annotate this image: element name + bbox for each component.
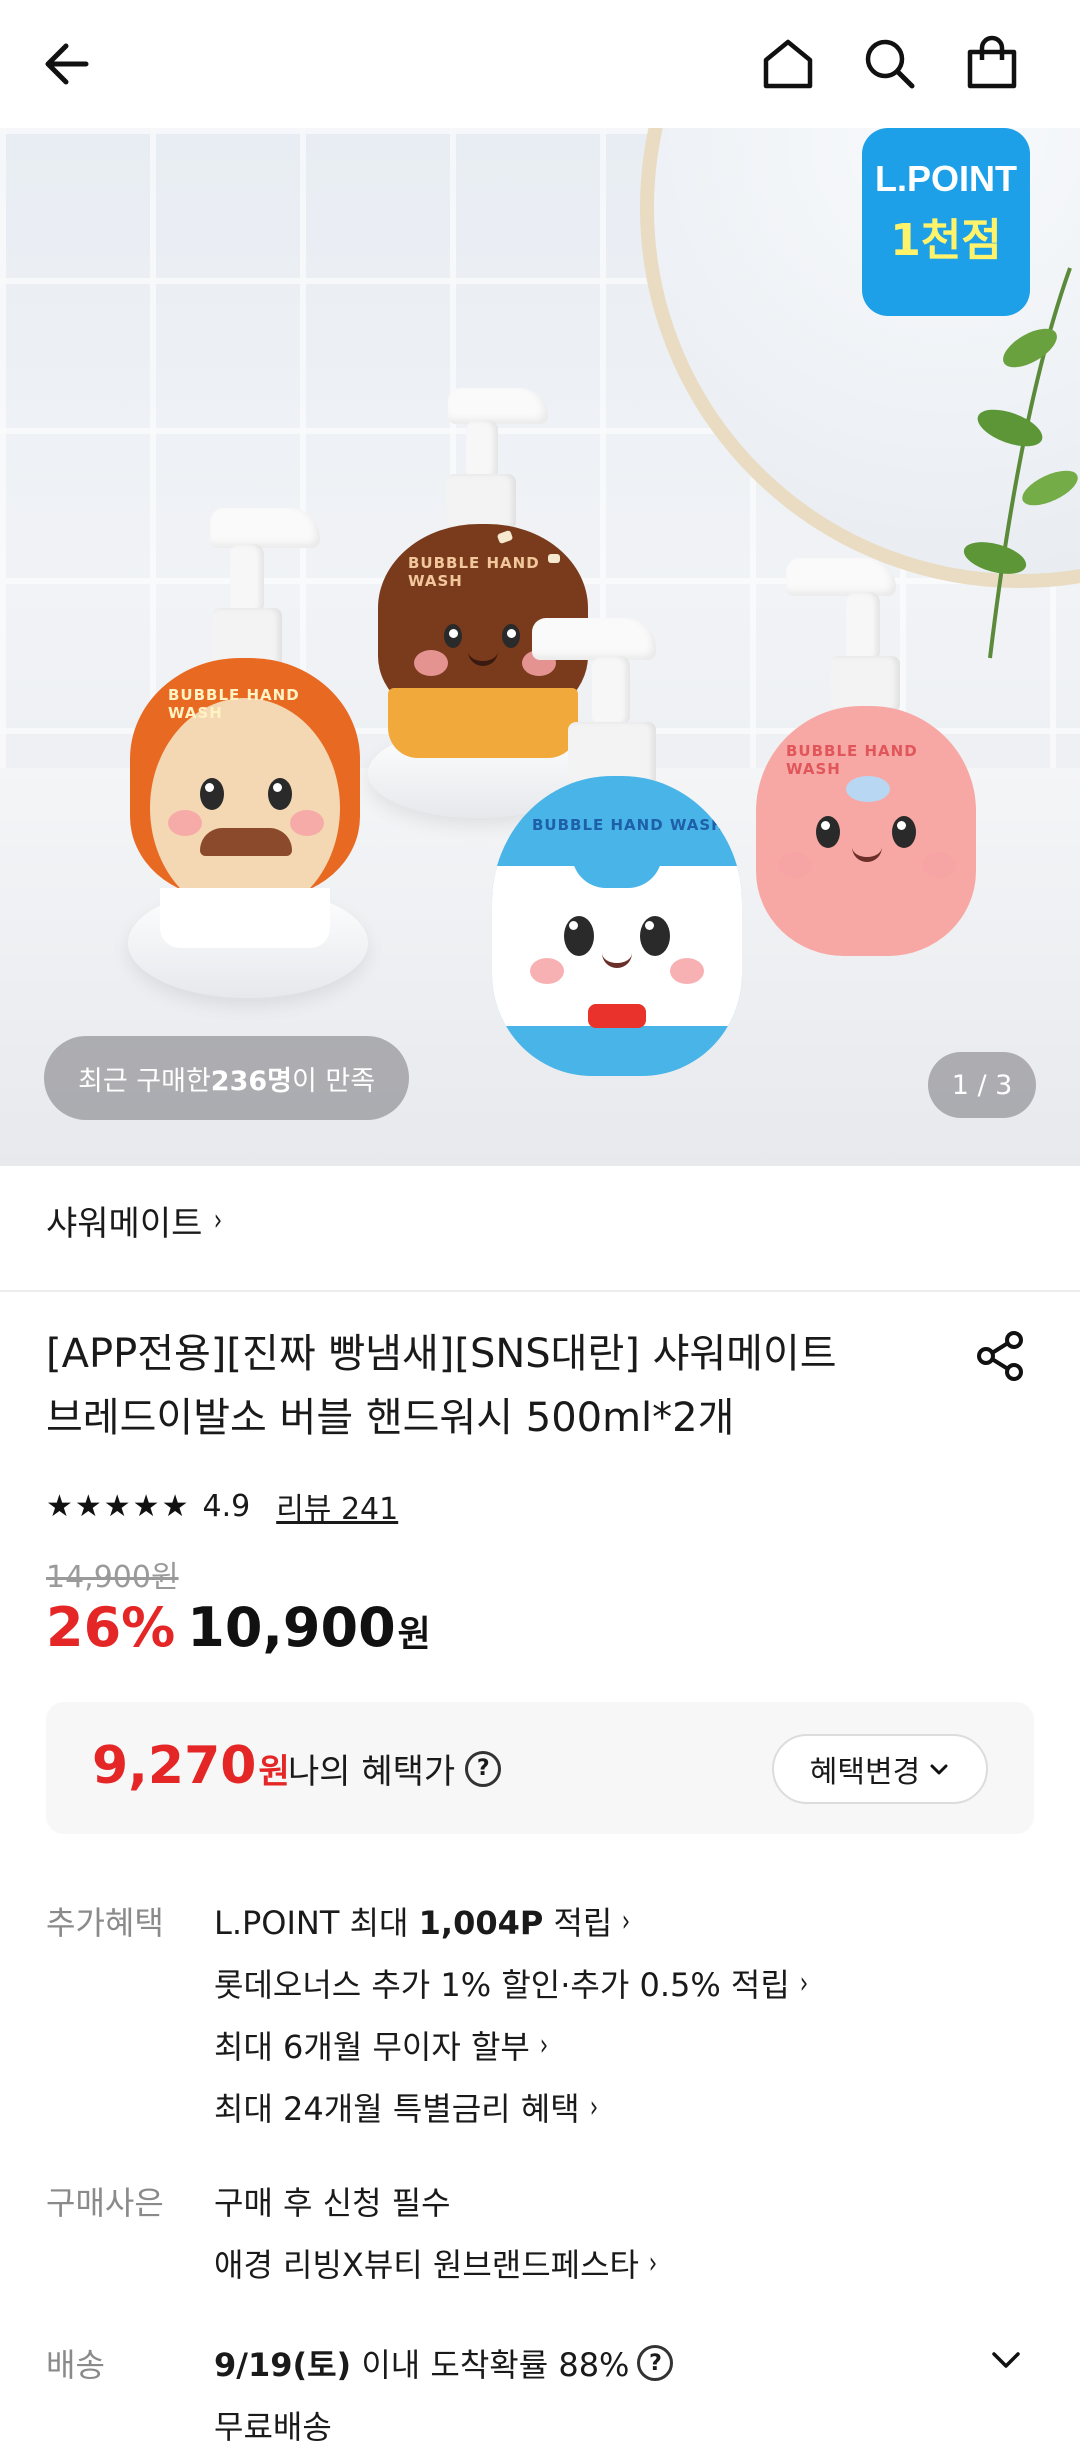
benefit-lpoint-link[interactable]: L.POINT 최대 1,004P 적립 › xyxy=(214,1898,632,1944)
home-icon[interactable] xyxy=(748,24,828,104)
review-count-link[interactable]: 리뷰 241 xyxy=(276,1484,398,1528)
chevron-right-icon: › xyxy=(799,1965,809,2001)
delivery-estimate: 9/19(토) 이내 도착확률 88% ? xyxy=(214,2340,674,2386)
recent-buyers-badge: 최근 구매한 236명 이 만족 xyxy=(44,1036,410,1120)
benefit-installment-link[interactable]: 최대 6개월 무이자 할부 › xyxy=(214,2022,550,2068)
chevron-down-icon xyxy=(930,1764,948,1775)
brand-name: 샤워메이트 xyxy=(46,1204,203,1244)
shopping-bag-icon[interactable] xyxy=(952,24,1032,104)
benefit-text: 최대 6개월 무이자 할부 xyxy=(214,2028,530,2066)
benefit-price: 9,270 원 xyxy=(92,1736,290,1796)
orange-bottle: BUBBLE HAND WASH xyxy=(130,508,360,948)
original-price: 14,900원 xyxy=(46,1560,179,1595)
delivery-date: 9/19(토) xyxy=(214,2346,352,2384)
buyers-prefix: 최근 구매한 xyxy=(78,1065,211,1097)
chevron-right-icon: › xyxy=(589,2089,598,2125)
product-title-line2: 브레드이발소 버블 핸드워시 500ml*2개 xyxy=(46,1395,735,1441)
benefit-special-rate-link[interactable]: 최대 24개월 특별금리 혜택 › xyxy=(214,2084,600,2130)
benefit-text: 롯데오너스 추가 1% 할인·추가 0.5% 적립 xyxy=(214,1966,790,2004)
benefit-bold: 1,004P xyxy=(418,1904,544,1942)
buyers-count: 236명 xyxy=(210,1065,292,1097)
benefit-label-text: 나의 혜택가 xyxy=(288,1752,456,1792)
pink-bottle: BUBBLE HAND WASH xyxy=(756,558,976,958)
lpoint-badge-points: 1천점 xyxy=(890,215,1002,266)
sale-price-currency: 원 xyxy=(397,1614,431,1655)
extra-benefits-label: 추가혜택 xyxy=(46,1904,164,1942)
share-icon[interactable] xyxy=(970,1326,1030,1386)
change-benefit-label: 혜택변경 xyxy=(809,1755,921,1790)
delivery-free: 무료배송 xyxy=(214,2402,332,2448)
price-row: 26% 10,900 원 xyxy=(46,1596,431,1659)
change-benefit-button[interactable]: 혜택변경 xyxy=(772,1734,988,1804)
discount-rate: 26% xyxy=(46,1596,176,1659)
delivery-label: 배송 xyxy=(46,2346,105,2384)
brand-link[interactable]: 샤워메이트 › xyxy=(46,1196,224,1245)
blue-bottle: BUBBLE HAND WASH xyxy=(492,618,742,1088)
buyers-suffix: 이 만족 xyxy=(292,1065,376,1097)
gift-note-text: 구매 후 신청 필수 xyxy=(214,2184,451,2222)
divider xyxy=(0,1290,1080,1292)
benefit-price-value: 9,270 xyxy=(92,1736,257,1796)
chevron-down-icon[interactable] xyxy=(986,2340,1026,2380)
search-icon[interactable] xyxy=(850,24,930,104)
rating-row: ★★★★★ 4.9 리뷰 241 xyxy=(46,1478,398,1534)
product-title: [APP전용][진짜 빵냄새][SNS대란] 샤워메이트 브레드이발소 버블 핸… xyxy=(46,1322,946,1450)
help-icon[interactable]: ? xyxy=(637,2345,674,2381)
benefit-text: L.POINT 최대 xyxy=(214,1904,419,1942)
rating-value: 4.9 xyxy=(202,1488,251,1524)
arrow-left-icon[interactable] xyxy=(28,24,108,104)
gift-event-link[interactable]: 애경 리빙X뷰티 원브랜드페스타 › xyxy=(214,2240,659,2286)
my-benefit-price-box: 9,270 원 나의 혜택가 ? 혜택변경 xyxy=(46,1702,1034,1834)
product-title-line1: [APP전용][진짜 빵냄새][SNS대란] 샤워메이트 xyxy=(46,1331,837,1377)
product-image-carousel[interactable]: BUBBLE HAND WASH BUBBLE HAND WASH BUBBLE… xyxy=(0,128,1080,1166)
chevron-right-icon: › xyxy=(622,1903,631,1939)
chevron-right-icon: › xyxy=(214,1203,223,1238)
free-shipping-text: 무료배송 xyxy=(214,2408,332,2446)
lpoint-badge: L.POINT 1천점 xyxy=(862,128,1030,316)
sale-price: 10,900 xyxy=(187,1596,396,1659)
rating-stars-icon: ★★★★★ xyxy=(46,1488,191,1524)
gift-label: 구매사은 xyxy=(46,2184,164,2222)
benefit-text-suffix: 적립 xyxy=(543,1904,613,1942)
carousel-page-indicator: 1 / 3 xyxy=(928,1052,1036,1118)
gift-note: 구매 후 신청 필수 xyxy=(214,2178,451,2224)
benefit-text: 최대 24개월 특별금리 혜택 xyxy=(214,2090,580,2128)
chevron-right-icon: › xyxy=(539,2027,549,2063)
top-app-bar xyxy=(0,0,1080,128)
delivery-probability: 이내 도착확률 88% xyxy=(351,2346,630,2384)
lpoint-badge-brand: L.POINT xyxy=(875,158,1017,199)
gift-event-text: 애경 리빙X뷰티 원브랜드페스타 xyxy=(214,2246,639,2284)
benefit-lotte-owners-link[interactable]: 롯데오너스 추가 1% 할인·추가 0.5% 적립 › xyxy=(214,1960,810,2006)
benefit-price-currency: 원 xyxy=(258,1752,290,1792)
benefit-price-label: 나의 혜택가 ? xyxy=(288,1744,502,1793)
chevron-right-icon: › xyxy=(648,2245,658,2281)
help-icon[interactable]: ? xyxy=(465,1750,502,1787)
